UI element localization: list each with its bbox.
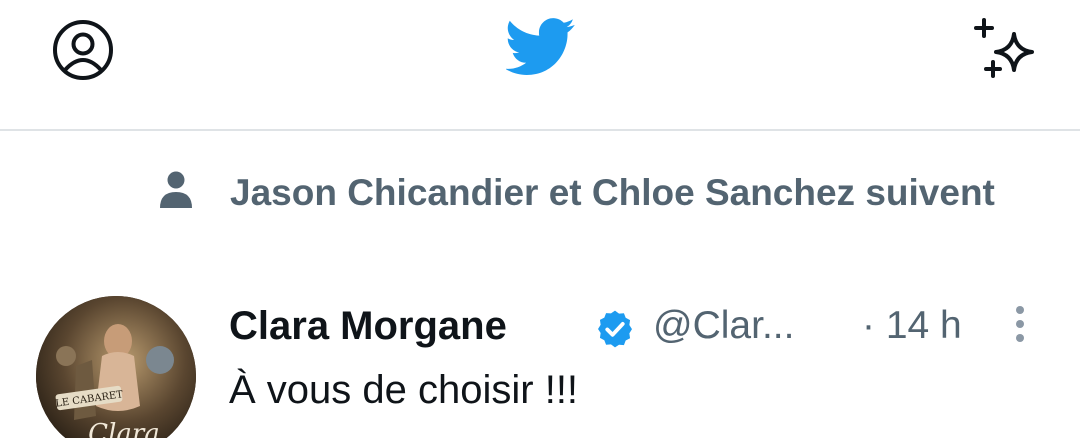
tweet-text: À vous de choisir !!! xyxy=(229,368,579,412)
verified-badge-icon xyxy=(594,308,636,350)
person-icon xyxy=(158,170,194,210)
author-name[interactable]: Clara Morgane xyxy=(229,300,507,352)
tweet-timestamp[interactable]: · 14 h xyxy=(862,300,962,352)
top-bar xyxy=(0,0,1080,131)
profile-icon[interactable] xyxy=(50,20,120,80)
sparkle-icon[interactable] xyxy=(972,14,1046,82)
tweet-header: Clara Morgane @Clar... · 14 h xyxy=(229,300,1059,356)
avatar-caption-2: Clara xyxy=(88,419,160,438)
twitter-bird-icon[interactable] xyxy=(504,16,576,78)
social-context-text[interactable]: Jason Chicandier et Chloe Sanchez suiven… xyxy=(230,164,1030,222)
timeline-screen: Jason Chicandier et Chloe Sanchez suiven… xyxy=(0,0,1080,438)
avatar[interactable]: LE CABARET Clara xyxy=(36,296,196,438)
more-options-icon[interactable] xyxy=(1008,304,1032,348)
author-handle[interactable]: @Clar... xyxy=(653,300,794,352)
